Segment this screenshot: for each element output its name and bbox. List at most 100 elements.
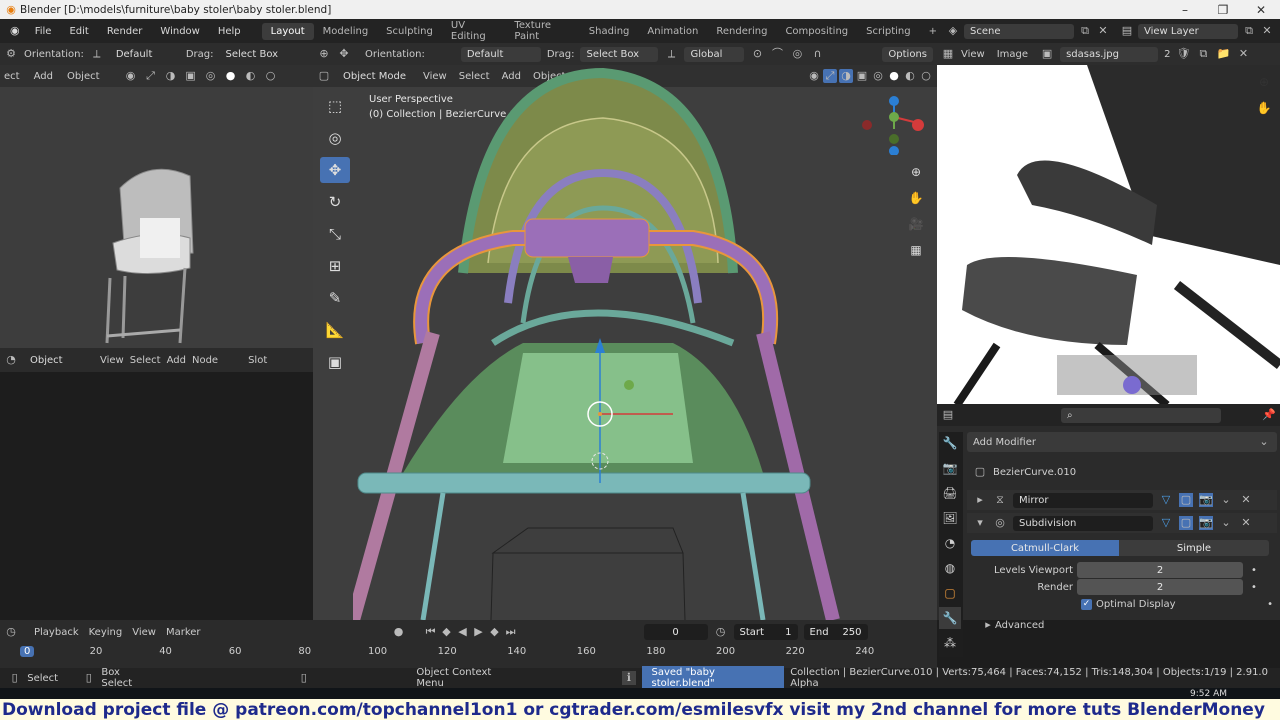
editor-type-icon[interactable]: ◷ <box>4 625 18 639</box>
current-frame-field[interactable]: 0 <box>643 624 708 640</box>
xray-icon[interactable]: ▣ <box>855 69 869 83</box>
gizmo-icon[interactable]: ⤢ <box>144 69 158 83</box>
measure-tool-icon[interactable]: 📐 <box>320 317 350 343</box>
jump-start-icon[interactable]: ⏮ <box>424 625 438 639</box>
menu-file[interactable]: File <box>26 26 61 37</box>
record-icon[interactable]: ● <box>392 625 406 639</box>
prev-key-icon[interactable]: ◆ <box>440 625 454 639</box>
pan-hand-icon[interactable]: ✋ <box>905 187 927 209</box>
zoom-icon[interactable]: ⊕ <box>905 161 927 183</box>
modifier-name-field[interactable]: Mirror <box>1013 492 1153 508</box>
material-shading-icon[interactable]: ◐ <box>244 69 258 83</box>
unlink-image-icon[interactable]: ✕ <box>1236 47 1250 61</box>
node-editor[interactable]: ◔ Object View Select Add Node Slot <box>0 348 313 620</box>
remove-modifier-icon[interactable]: ✕ <box>1239 493 1253 507</box>
cursor-tool-icon[interactable]: ◎ <box>320 125 350 151</box>
delete-scene-icon[interactable]: ✕ <box>1096 24 1110 38</box>
pan-hand-icon[interactable]: ✋ <box>1253 97 1275 119</box>
annotate-tool-icon[interactable]: ✎ <box>320 285 350 311</box>
edit-mode-icon[interactable]: ▽ <box>1159 516 1173 530</box>
menu-view[interactable]: View <box>961 49 985 60</box>
new-view-layer-icon[interactable]: ⧉ <box>1242 24 1256 38</box>
menu-slot[interactable]: Slot <box>248 355 267 366</box>
maximize-button[interactable]: ❐ <box>1204 3 1242 17</box>
menu-render[interactable]: Render <box>98 26 152 37</box>
catmull-clark-button[interactable]: Catmull-Clark <box>971 540 1119 556</box>
edit-mode-icon[interactable]: ▽ <box>1159 493 1173 507</box>
particles-tab-icon[interactable]: ⁂ <box>939 632 961 654</box>
keyframe-dot-icon[interactable]: • <box>1251 582 1257 593</box>
xray-icon[interactable]: ▣ <box>184 69 198 83</box>
jump-end-icon[interactable]: ⏭ <box>504 625 518 639</box>
chevron-down-icon[interactable]: ⌄ <box>1219 493 1233 507</box>
menu-object[interactable]: Object <box>67 71 100 82</box>
properties-search[interactable]: ⌕ <box>1061 407 1221 423</box>
chevron-down-icon[interactable]: ⌄ <box>1219 516 1233 530</box>
object-name[interactable]: BezierCurve.010 <box>993 467 1076 478</box>
image-name-field[interactable]: sdasas.jpg <box>1060 46 1159 62</box>
menu-node[interactable]: Node <box>192 355 218 366</box>
scene-tab-icon[interactable]: ◔ <box>939 532 961 554</box>
solid-shading-icon[interactable]: ● <box>224 69 238 83</box>
add-cube-tool-icon[interactable]: ▣ <box>320 349 350 375</box>
fake-user-icon[interactable]: 🛡 <box>1176 47 1190 61</box>
object-tab-icon[interactable]: ▢ <box>939 582 961 604</box>
add-workspace-icon[interactable]: + <box>920 23 946 40</box>
timeline-ruler[interactable]: 0 20 40 60 80 100 120 140 160 180 200 220 240 <box>20 646 920 662</box>
delete-view-layer-icon[interactable]: ✕ <box>1260 24 1274 38</box>
menu-help[interactable]: Help <box>209 26 250 37</box>
tab-animation[interactable]: Animation <box>638 23 707 40</box>
menu-add[interactable]: Add <box>34 71 53 82</box>
render-toggle-icon[interactable]: 📷 <box>1199 493 1213 507</box>
tool-tab-icon[interactable]: 🔧 <box>939 432 961 454</box>
tab-layout[interactable]: Layout <box>261 22 314 40</box>
image-editor[interactable]: ▦ View Image ▣ sdasas.jpg 2 🛡 ⧉ 📁 ✕ ⊕ ✋ <box>937 43 1280 404</box>
menu-keying[interactable]: Keying <box>89 627 123 638</box>
render-toggle-icon[interactable]: 📷 <box>1199 516 1213 530</box>
advanced-subpanel[interactable]: ▸ Advanced <box>981 618 1277 632</box>
tab-scripting[interactable]: Scripting <box>857 23 919 40</box>
editor-type-icon[interactable]: ◔ <box>4 353 18 367</box>
node-object-dropdown[interactable]: Object <box>24 353 94 368</box>
menu-view[interactable]: View <box>100 355 124 366</box>
realtime-icon[interactable]: ▢ <box>1179 493 1193 507</box>
orientation-dropdown[interactable]: Default <box>110 47 180 62</box>
menu-add[interactable]: Add <box>167 355 186 366</box>
expand-arrow-icon[interactable]: ▸ <box>973 493 987 507</box>
expand-arrow-icon[interactable]: ▾ <box>973 516 987 530</box>
editor-type-icon[interactable]: ▤ <box>941 408 955 422</box>
modifier-tab-icon[interactable]: 🔧 <box>939 607 961 629</box>
transform-tool-icon[interactable]: ⊞ <box>320 253 350 279</box>
solid-shading-icon[interactable]: ● <box>887 69 901 83</box>
start-frame-field[interactable]: Start 1 <box>733 624 798 640</box>
options-dropdown[interactable]: Options <box>882 46 933 62</box>
simple-button[interactable]: Simple <box>1119 540 1269 556</box>
add-modifier-dropdown[interactable]: Add Modifier ⌄ <box>967 432 1277 452</box>
keyframe-dot-icon[interactable]: • <box>1267 599 1273 610</box>
rendered-shading-icon[interactable]: ○ <box>264 69 278 83</box>
menu-playback[interactable]: Playback <box>34 627 79 638</box>
scale-tool-icon[interactable]: ⤡ <box>320 221 350 247</box>
tab-compositing[interactable]: Compositing <box>776 23 857 40</box>
end-frame-field[interactable]: End 250 <box>803 624 868 640</box>
grid-perspective-icon[interactable]: ▦ <box>905 239 927 261</box>
output-tab-icon[interactable]: 🖨 <box>939 482 961 504</box>
rendered-shading-icon[interactable]: ○ <box>919 69 933 83</box>
select-box-tool-icon[interactable]: ⬚ <box>320 93 350 119</box>
zoom-icon[interactable]: ⊕ <box>1253 71 1275 93</box>
wireframe-shading-icon[interactable]: ◎ <box>204 69 218 83</box>
modifier-mirror[interactable]: ▸ ⧖ Mirror ▽ ▢ 📷 ⌄ ✕ <box>967 490 1277 510</box>
camera-icon[interactable]: 🎥 <box>905 213 927 235</box>
play-icon[interactable]: ▶ <box>472 625 486 639</box>
menu-marker[interactable]: Marker <box>166 627 201 638</box>
modifier-subdivision[interactable]: ▾ ◎ Subdivision ▽ ▢ 📷 ⌄ ✕ <box>967 513 1277 533</box>
image-browse-icon[interactable]: ▣ <box>1040 47 1054 61</box>
menu-image[interactable]: Image <box>997 49 1028 60</box>
play-reverse-icon[interactable]: ◀ <box>456 625 470 639</box>
tab-shading[interactable]: Shading <box>580 23 639 40</box>
tab-rendering[interactable]: Rendering <box>707 23 776 40</box>
editor-type-icon[interactable]: ▦ <box>941 47 955 61</box>
blender-menu-icon[interactable]: ◉ <box>8 24 22 38</box>
render-tab-icon[interactable]: 📷 <box>939 457 961 479</box>
optimal-display-checkbox[interactable]: ✓ <box>1081 599 1092 610</box>
